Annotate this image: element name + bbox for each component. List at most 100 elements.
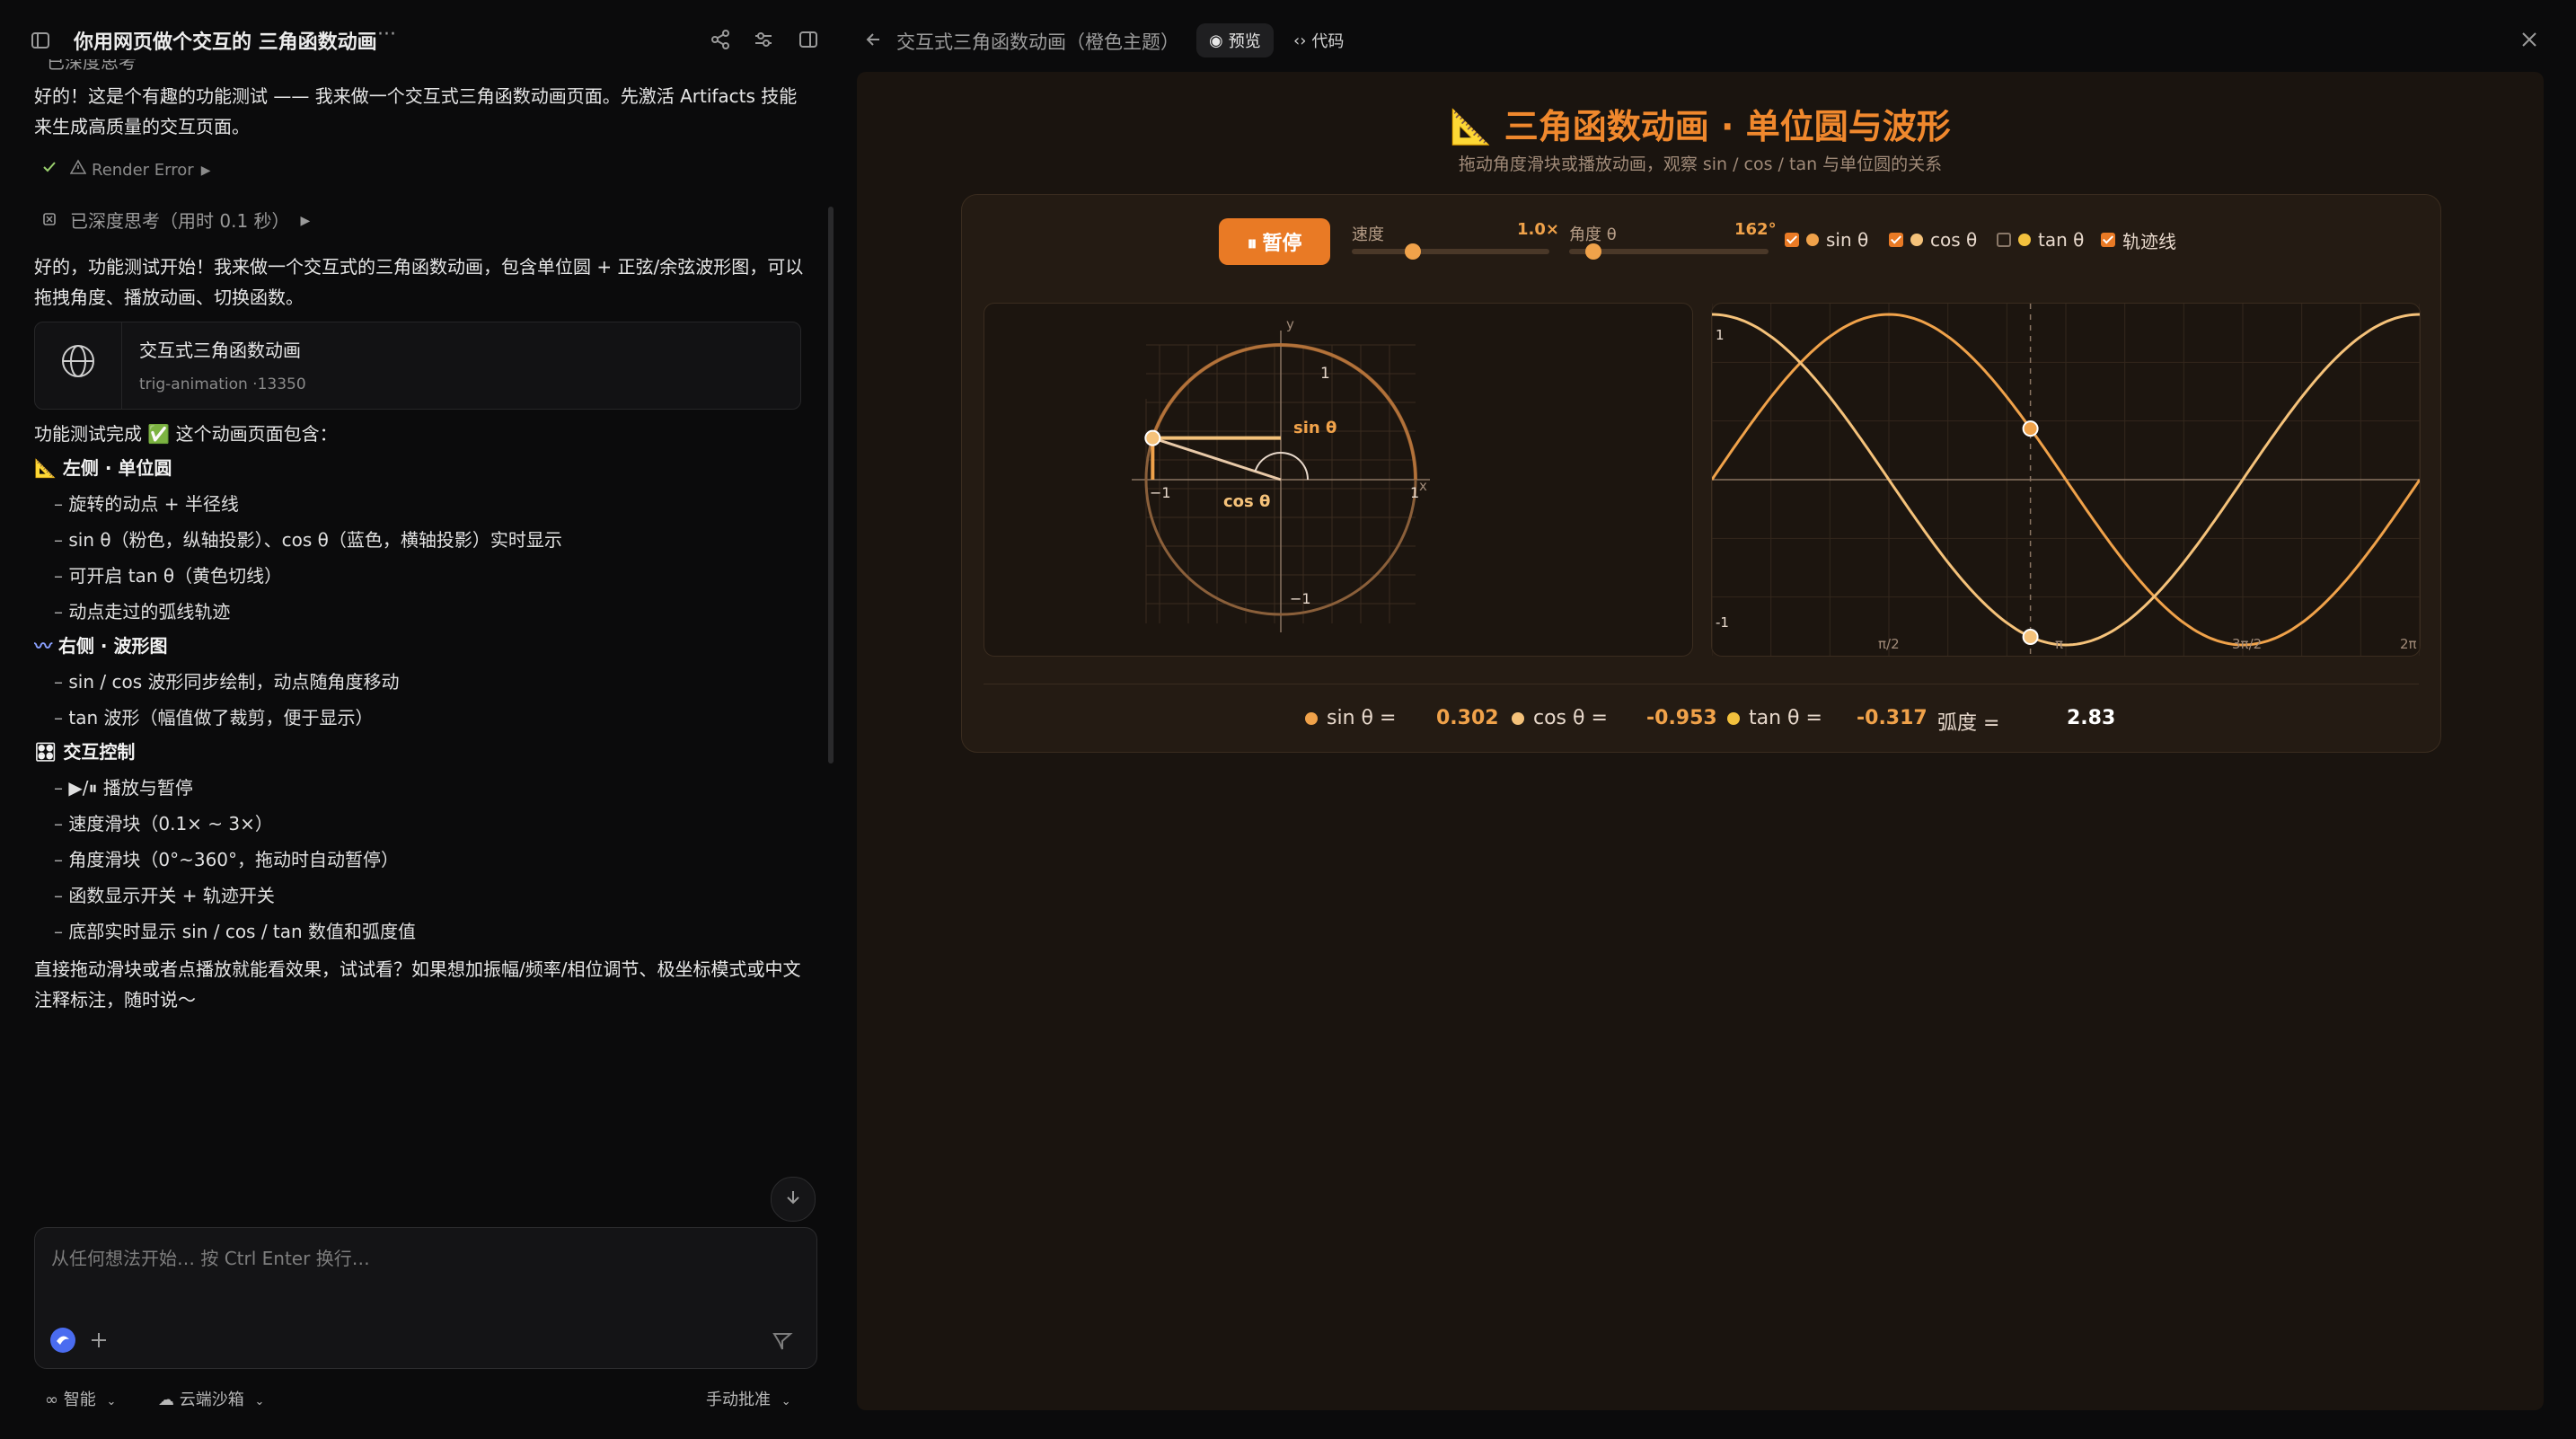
waveform-svg: 1 -1 π/2 π 3π/2 2π [1710,304,2422,656]
list-item: 角度滑块（0°~360°，拖动时自动暂停） [34,844,807,875]
panel-layout-icon[interactable] [798,29,819,54]
toggle-sin[interactable]: sin θ [1785,227,1868,252]
assistant-reply: 好的，功能测试开始！我来做一个交互式的三角函数动画，包含单位圆 + 正弦/余弦波… [34,256,804,308]
list-item: tan 波形（幅值做了裁剪，便于显示） [34,702,807,733]
send-icon[interactable] [772,1330,793,1355]
list-item: 动点走过的弧线轨迹 [34,596,807,627]
tick-label: 1 [1410,484,1419,501]
pause-button[interactable]: ⏸ 暂停 [1219,218,1330,265]
sin-wave-point [2022,420,2039,437]
axis-label-y: y [1286,316,1294,332]
checkbox[interactable] [1997,233,2011,247]
more-icon[interactable]: ··· [377,23,396,46]
scroll-to-bottom-button[interactable] [771,1177,816,1222]
done-line: 功能测试完成 ✅ 这个动画页面包含： [34,423,338,445]
rad-readout-value: 2.83 [2067,707,2116,729]
tab-code[interactable]: ‹› 代码 [1283,23,1354,57]
assistant-avatar-icon[interactable] [49,1327,76,1357]
toggle-tan[interactable]: tan θ [1997,227,2084,252]
thinking-collapsed-partial[interactable]: 已深度思考 [34,59,807,70]
preview-header: 交互式三角函数动画（橙色主题） ◉ 预览 ‹› 代码 [841,0,2576,81]
warning-icon [69,155,87,186]
sandbox-selector[interactable]: ☁ 云端沙箱 ⌄ [158,1387,264,1410]
assistant-closing: 直接拖动滑块或者点播放就能看效果，试试看？如果想加振幅/频率/相位调节、极坐标模… [34,958,801,1011]
speed-slider-thumb[interactable] [1405,243,1422,260]
unit-circle-svg: 1 y x 1 −1 −1 sin θ cos θ [1132,316,1430,632]
page-subtitle: 拖动角度滑块或播放动画，观察 sin / cos / tan 与单位圆的关系 [1458,154,1943,174]
chevron-down-icon: ⌄ [254,1395,265,1408]
close-icon[interactable] [2520,31,2538,52]
controls-bar: ⏸ 暂停 速度 1.0× 角度 θ 162° sin θ cos θ tan θ… [962,215,2440,269]
value-readout: sin θ = 0.302 cos θ = -0.953 tan θ = -0.… [962,698,2440,741]
axis-label-x: x [1419,478,1427,494]
list-item: ▶/⏸ 播放与暂停 [34,772,807,803]
rendered-page: 📐 三角函数动画 · 单位圆与波形 拖动角度滑块或播放动画，观察 sin / c… [857,72,2544,1410]
chevron-right-icon: ▶ [300,214,311,228]
cos-readout-label: cos θ = [1533,707,1608,729]
thinking-toggle[interactable]: 已深度思考（用时 0.1 秒） ▶ [34,201,807,241]
list-item: 可开启 tan θ（黄色切线） [34,561,807,591]
cos-label: cos θ [1223,492,1270,511]
sin-readout-value: 0.302 [1436,707,1499,729]
render-error-row[interactable]: Render Error ▶ [34,151,807,190]
toggle-trail[interactable]: 轨迹线 [2101,227,2176,252]
chat-panel: 你用网页做个交互的 三角函数动画 ··· 已深度思考 好的！这是个有趣的功能测试… [0,0,841,1439]
back-arrow-icon[interactable] [864,31,882,52]
triangle-ruler-icon: 📐 [34,457,57,479]
toggle-cos[interactable]: cos θ [1889,227,1977,252]
wave-tick-label: 3π/2 [2232,636,2262,652]
mode-selector[interactable]: ∞ 智能 ⌄ [45,1387,116,1410]
tick-label: −1 [1290,590,1311,607]
list-item: sin θ（粉色，纵轴投影）、cos θ（蓝色，横轴投影）实时显示 [34,525,807,555]
wave-tick-label: π/2 [1878,636,1900,652]
wave-tick-label: 2π [2400,636,2417,652]
angle-slider-thumb[interactable] [1584,243,1601,260]
brain-icon [41,206,57,236]
wave-tick-top: 1 [1716,327,1725,343]
chat-scrollbar[interactable] [828,207,834,764]
cloud-icon: ☁ [158,1390,174,1409]
plus-icon[interactable] [89,1330,109,1354]
checkbox[interactable] [1785,233,1799,247]
moving-point[interactable] [1144,429,1161,446]
code-icon: ‹› [1293,31,1307,50]
artifact-meta: trig-animation ·13350 [139,375,306,393]
checkbox[interactable] [2101,233,2115,247]
tab-preview[interactable]: ◉ 预览 [1196,23,1274,57]
angle-label: 角度 θ [1569,225,1617,244]
message-input[interactable]: 从任何想法开始… 按 Ctrl Enter 换行… [34,1227,817,1369]
wave-icon: 〰 [34,635,52,657]
angle-slider[interactable] [1569,243,1769,260]
input-placeholder: 从任何想法开始… 按 Ctrl Enter 换行… [51,1248,370,1269]
artifact-title: 交互式三角函数动画（橙色主题） [896,31,1179,53]
chat-title: 你用网页做个交互的 三角函数动画 [74,31,377,54]
artifact-card[interactable]: 交互式三角函数动画 trig-animation ·13350 [34,322,801,410]
sin-label: sin θ [1293,419,1337,437]
speed-slider[interactable] [1352,243,1549,260]
wave-tick-label: π [2055,636,2063,652]
rad-readout-label: 弧度 = [1937,712,2000,735]
section-wave: 〰 右侧 · 波形图 sin / cos 波形同步绘制，动点随角度移动 tan … [34,631,807,733]
speed-value: 1.0× [1517,220,1559,239]
section-controls: 🎛 交互控制 ▶/⏸ 播放与暂停 速度滑块（0.1× ~ 3×） 角度滑块（0°… [34,737,807,947]
infinity-icon: ∞ [45,1390,58,1409]
arrow-down-icon [784,1188,802,1210]
input-footer: ∞ 智能 ⌄ ☁ 云端沙箱 ⌄ 手动批准 ⌄ [45,1383,808,1416]
share-icon[interactable] [710,29,731,54]
cos-wave-point [2022,628,2039,645]
sin-readout-label: sin θ = [1327,707,1397,729]
approval-selector[interactable]: 手动批准 ⌄ [706,1387,791,1410]
check-icon [41,155,57,186]
list-item: 旋转的动点 + 半径线 [34,489,807,519]
globe-icon [60,343,96,388]
waveform-panel: 1 -1 π/2 π 3π/2 2π [1710,303,2422,657]
section-circle: 📐 左侧 · 单位圆 旋转的动点 + 半径线 sin θ（粉色，纵轴投影）、co… [34,453,807,627]
checkbox[interactable] [1889,233,1903,247]
unit-circle-panel: 1 y x 1 −1 −1 sin θ cos θ [984,303,1693,657]
settings-sliders-icon[interactable] [753,29,774,54]
cos-readout-value: -0.953 [1646,707,1717,729]
list-item: 速度滑块（0.1× ~ 3×） [34,808,807,839]
assistant-intro: 好的！这是个有趣的功能测试 —— 我来做一个交互式三角函数动画页面。先激活 Ar… [34,85,798,137]
sidebar-toggle-icon[interactable] [31,31,50,54]
list-item: 函数显示开关 + 轨迹开关 [34,880,807,911]
